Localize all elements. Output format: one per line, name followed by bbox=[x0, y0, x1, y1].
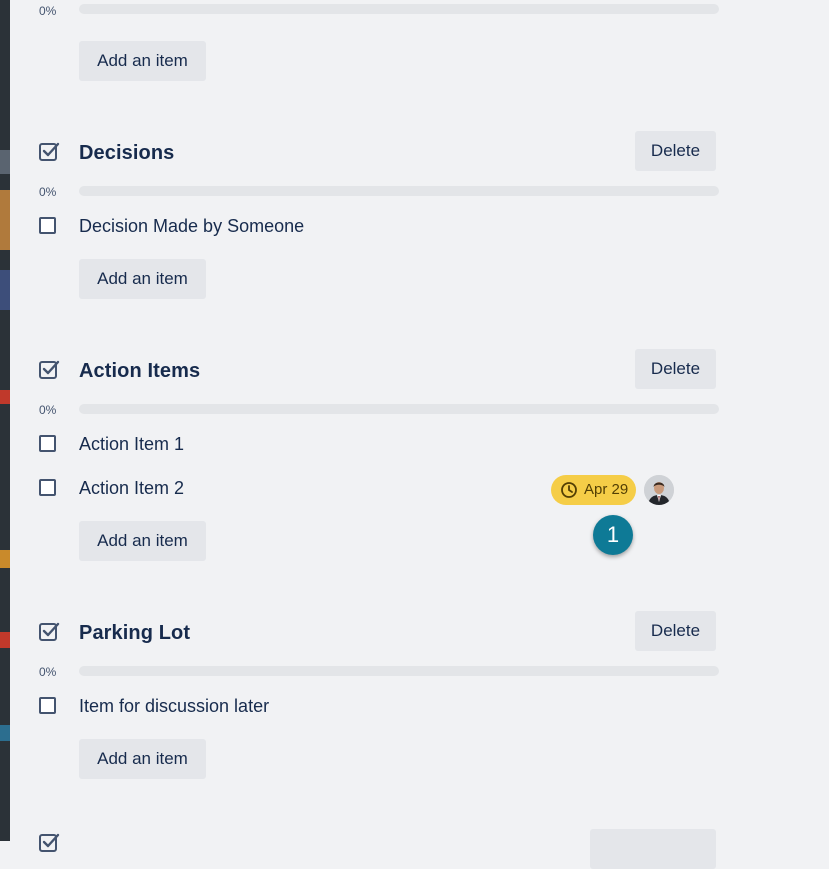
item-checkbox[interactable] bbox=[39, 217, 56, 234]
checklist-parking-lot: Parking Lot Delete 0% Item for discussio… bbox=[10, 611, 829, 786]
assignee-avatar[interactable] bbox=[644, 475, 674, 505]
add-item-button[interactable]: Add an item bbox=[79, 41, 206, 81]
checklist-progress-bar bbox=[79, 186, 719, 196]
checklist-header: Decisions Delete bbox=[10, 131, 829, 175]
checklist-icon bbox=[39, 142, 60, 161]
checklist-title[interactable]: Decisions bbox=[79, 142, 174, 165]
checklist-top: 0% Add an item bbox=[10, 0, 829, 90]
backdrop-fragment bbox=[0, 550, 10, 568]
checklist-decisions: Decisions Delete 0% Decision Made by Som… bbox=[10, 131, 829, 306]
checklist-progress-bar bbox=[79, 404, 719, 414]
checklist-header: Action Items Delete bbox=[10, 349, 829, 393]
checklist-progress-percent: 0% bbox=[39, 403, 57, 417]
checklist-icon bbox=[39, 622, 60, 641]
add-item-button[interactable]: Add an item bbox=[79, 739, 206, 779]
checklist-item[interactable]: Decision Made by Someone bbox=[10, 209, 829, 245]
checklist-progress-bar bbox=[79, 4, 719, 14]
step-marker-badge: 1 bbox=[593, 515, 633, 555]
item-checkbox[interactable] bbox=[39, 435, 56, 452]
checklist-progress-percent: 0% bbox=[39, 185, 57, 199]
checklist-item[interactable]: Action Item 1 bbox=[10, 427, 829, 463]
checklist-header: Parking Lot Delete bbox=[10, 611, 829, 655]
backdrop-fragment bbox=[0, 190, 10, 250]
add-item-button[interactable]: Add an item bbox=[79, 259, 206, 299]
delete-checklist-button[interactable]: Delete bbox=[635, 131, 716, 171]
checklist-action-items: Action Items Delete 0% Action Item 1 Act… bbox=[10, 349, 829, 564]
item-checkbox[interactable] bbox=[39, 479, 56, 496]
checklist-item[interactable]: Action Item 2 Apr 29 bbox=[10, 471, 829, 507]
card-detail-panel: 0% Add an item Decisions Delete 0% Decis… bbox=[10, 0, 829, 869]
backdrop-fragment bbox=[0, 270, 10, 310]
checklist-title[interactable]: Action Items bbox=[79, 360, 200, 383]
item-label[interactable]: Item for discussion later bbox=[79, 696, 269, 717]
item-label[interactable]: Action Item 2 bbox=[79, 478, 184, 499]
checklist-icon bbox=[39, 833, 60, 852]
backdrop-fragment bbox=[0, 390, 10, 404]
checklist-progress-bar bbox=[79, 666, 719, 676]
backdrop-fragment bbox=[0, 150, 10, 174]
item-checkbox[interactable] bbox=[39, 697, 56, 714]
due-date-badge[interactable]: Apr 29 bbox=[551, 475, 636, 505]
checklist-icon bbox=[39, 360, 60, 379]
due-date-text: Apr 29 bbox=[584, 481, 629, 498]
checklist-header-button-partial[interactable] bbox=[590, 829, 716, 869]
clock-icon bbox=[561, 482, 577, 498]
item-label[interactable]: Action Item 1 bbox=[79, 434, 184, 455]
person-photo bbox=[644, 475, 674, 505]
checklist-item[interactable]: Item for discussion later bbox=[10, 689, 829, 725]
delete-checklist-button[interactable]: Delete bbox=[635, 611, 716, 651]
add-item-button[interactable]: Add an item bbox=[79, 521, 206, 561]
backdrop-fragment bbox=[0, 725, 10, 741]
delete-checklist-button[interactable]: Delete bbox=[635, 349, 716, 389]
background-board-strip bbox=[0, 0, 10, 841]
checklist-progress-percent: 0% bbox=[39, 665, 57, 679]
backdrop-fragment bbox=[0, 632, 10, 648]
checklist-progress-percent: 0% bbox=[39, 4, 57, 18]
item-label[interactable]: Decision Made by Someone bbox=[79, 216, 304, 237]
checklist-title[interactable]: Parking Lot bbox=[79, 622, 190, 645]
